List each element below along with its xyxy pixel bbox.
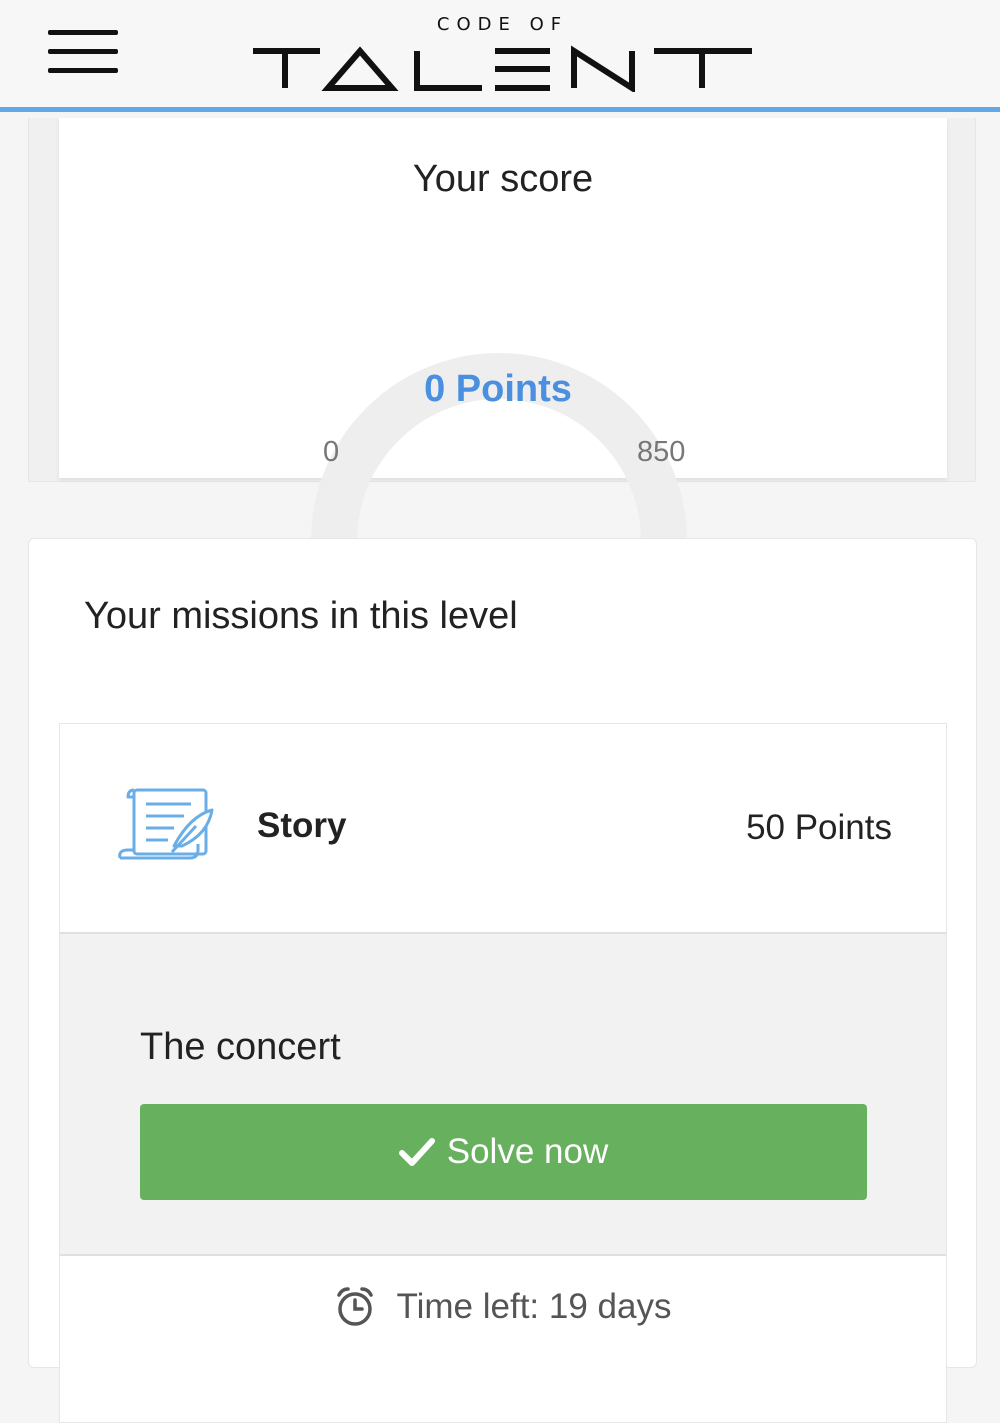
- score-points: 0 Points: [424, 368, 572, 410]
- menu-icon[interactable]: [48, 28, 118, 76]
- mission-type-label: Story: [257, 806, 347, 845]
- solve-now-label: Solve now: [446, 1132, 609, 1171]
- mission-body: The concert Solve now: [60, 934, 946, 1256]
- time-left-row: Time left: 19 days: [60, 1286, 946, 1328]
- missions-title: Your missions in this level: [84, 595, 518, 637]
- solve-now-button[interactable]: Solve now: [140, 1104, 867, 1200]
- missions-card: Your missions in this level Story 50 Poi…: [28, 538, 977, 1423]
- gauge-max-label: 850: [637, 436, 686, 468]
- app-header: CODE OF: [0, 0, 1000, 112]
- gauge-min-label: 0: [323, 436, 340, 468]
- story-scroll-icon: [118, 788, 214, 860]
- mission-name: The concert: [140, 1026, 341, 1068]
- mission-footer: Time left: 19 days: [60, 1256, 946, 1416]
- alarm-clock-icon: [336, 1287, 373, 1326]
- time-left-text: Time left: 19 days: [396, 1287, 672, 1326]
- checkmark-icon: [398, 1138, 435, 1166]
- logo[interactable]: CODE OF: [250, 10, 755, 95]
- mission-item: Story 50 Points The concert Solve now Ti…: [59, 723, 947, 1423]
- logo-wordmark: [253, 45, 752, 92]
- logo-subtitle: CODE OF: [436, 14, 569, 35]
- mission-points: 50 Points: [746, 808, 892, 847]
- mission-header[interactable]: Story 50 Points: [60, 724, 946, 934]
- score-title: Your score: [412, 158, 594, 200]
- score-card: Your score 0 Points 0 850: [59, 118, 947, 542]
